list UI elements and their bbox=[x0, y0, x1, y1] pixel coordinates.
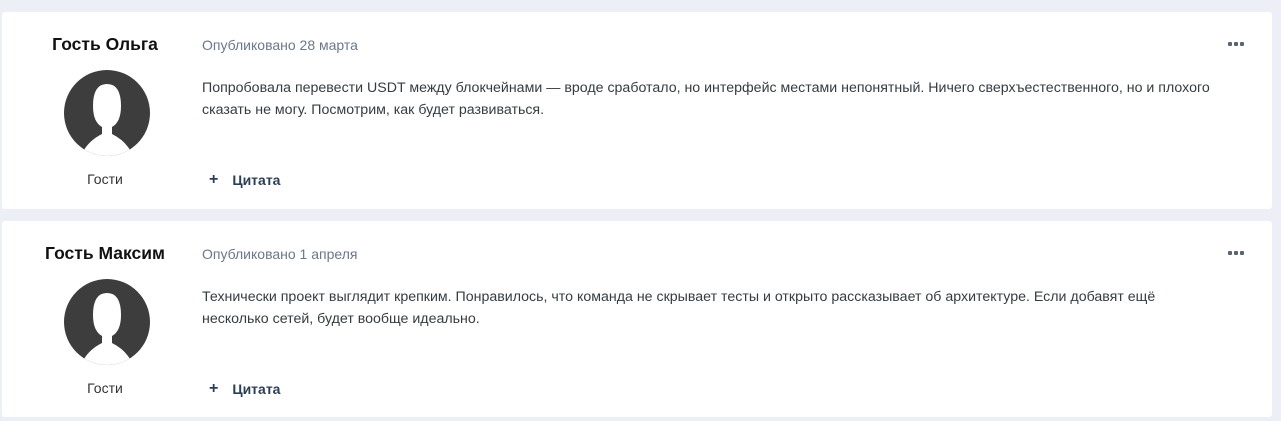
post-menu-button[interactable] bbox=[1228, 250, 1244, 256]
author-group: Гости bbox=[87, 171, 123, 187]
post-body: Попробовала перевести USDT между блокчей… bbox=[202, 80, 1210, 118]
post-date[interactable]: Опубликовано 28 марта bbox=[202, 37, 358, 53]
default-user-avatar-icon bbox=[64, 279, 150, 365]
ellipsis-icon bbox=[1240, 251, 1244, 255]
ellipsis-icon bbox=[1234, 251, 1238, 255]
ellipsis-icon bbox=[1228, 42, 1232, 46]
quote-button[interactable]: + Цитата bbox=[209, 379, 280, 399]
default-user-avatar-icon bbox=[64, 70, 150, 156]
quote-label: Цитата bbox=[232, 172, 281, 188]
quote-label: Цитата bbox=[232, 381, 281, 397]
author-group: Гости bbox=[87, 380, 123, 396]
ellipsis-icon bbox=[1240, 42, 1244, 46]
post-card: Гость Ольга Гости Опубликовано 28 марта … bbox=[2, 12, 1272, 209]
ellipsis-icon bbox=[1228, 251, 1232, 255]
post-body: Технически проект выглядит крепким. Понр… bbox=[202, 289, 1156, 327]
avatar[interactable] bbox=[64, 70, 150, 156]
quote-button[interactable]: + Цитата bbox=[209, 170, 280, 190]
post-date[interactable]: Опубликовано 1 апреля bbox=[202, 246, 357, 262]
author-name[interactable]: Гость Ольга bbox=[2, 34, 208, 55]
post-card: Гость Максим Гости Опубликовано 1 апреля… bbox=[2, 221, 1272, 417]
plus-icon: + bbox=[209, 380, 219, 397]
post-menu-button[interactable] bbox=[1228, 41, 1244, 47]
avatar[interactable] bbox=[64, 279, 150, 365]
author-name[interactable]: Гость Максим bbox=[2, 243, 208, 264]
ellipsis-icon bbox=[1234, 42, 1238, 46]
plus-icon: + bbox=[209, 171, 219, 188]
